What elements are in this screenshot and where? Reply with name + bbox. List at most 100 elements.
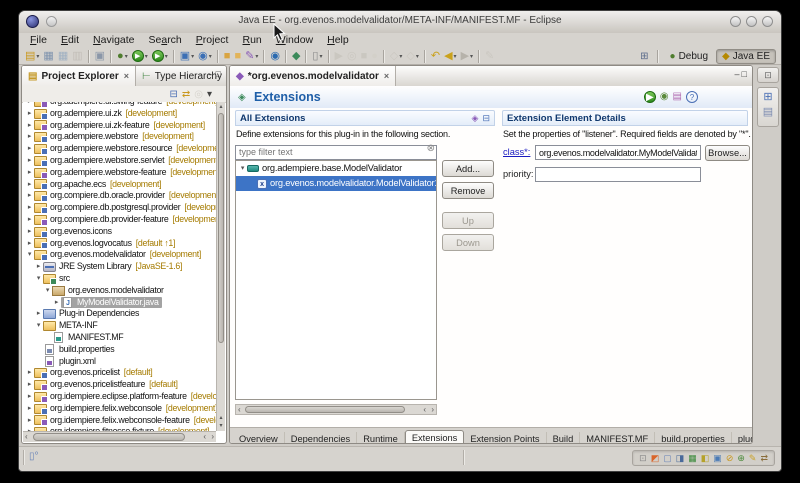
annotate-icon[interactable]: ✎▾ — [243, 49, 260, 64]
tree-collapsed-arrow[interactable]: ▸ — [25, 202, 34, 214]
page-tab-overview[interactable]: Overview — [233, 432, 285, 444]
last-edit-location-icon[interactable]: ↶ — [429, 49, 442, 64]
scroll-right-icon[interactable]: › — [431, 405, 434, 415]
tree-collapsed-arrow[interactable]: ▸ — [25, 155, 34, 167]
editor-tab[interactable]: ◆ *org.evenos.modelvalidator × — [230, 66, 396, 86]
tree-item[interactable]: ▸org.adempiere.webstore.resource[develop… — [23, 143, 216, 155]
menu-window[interactable]: Window — [269, 33, 320, 47]
tree-collapsed-arrow[interactable]: ▸ — [34, 308, 43, 320]
scroll-up-icon[interactable]: ▴ — [217, 103, 225, 111]
scroll-right-icon[interactable]: › — [211, 432, 214, 442]
run-extension-icon[interactable]: ▶ — [642, 89, 658, 104]
snippets-icon[interactable]: ▤ — [761, 105, 775, 120]
extension-item[interactable]: ▾org.adempiere.base.ModelValidator — [236, 161, 436, 176]
tree-item[interactable]: ▸org.evenos.pricelistfeature[default] — [23, 379, 216, 391]
tree-collapsed-arrow[interactable]: ▸ — [34, 261, 43, 273]
toolbox-icon[interactable]: ▣ — [93, 49, 107, 64]
tree-item[interactable]: ▸org.idempiere.felix.webconsole[developm… — [23, 403, 216, 415]
fast-view-icon[interactable]: ⊡ — [637, 451, 649, 466]
tree-collapsed-arrow[interactable]: ▸ — [52, 297, 61, 309]
open-plugin-artifact-icon[interactable]: ■ — [222, 49, 233, 64]
tree-expanded-arrow[interactable]: ▾ — [43, 285, 52, 297]
tree-expanded-arrow[interactable]: ▾ — [238, 161, 247, 176]
debug-extension-icon[interactable]: ◉ — [658, 89, 671, 104]
tree-item[interactable]: ▾src — [23, 273, 216, 285]
tree-item[interactable]: build.properties — [23, 344, 216, 356]
table-icon[interactable]: ▦ — [686, 451, 699, 466]
tree-expanded-arrow[interactable]: ▾ — [34, 320, 43, 332]
scroll-thumb[interactable] — [245, 406, 405, 413]
run-history-icon[interactable]: ▶▾ — [150, 49, 170, 64]
tree-item[interactable]: ▸org.evenos.logvocatus[default ↑1] — [23, 238, 216, 250]
view-menu-icon[interactable]: ▾ — [205, 87, 214, 102]
scroll-left-icon[interactable]: ‹ — [238, 405, 241, 415]
gear-icon[interactable]: ⊕ — [735, 451, 747, 466]
tree-item[interactable]: ▸org.compiere.db.provider-feature[develo… — [23, 214, 216, 226]
titlebar[interactable]: Java EE - org.evenos.modelvalidator/META… — [19, 11, 781, 34]
menu-run[interactable]: Run — [235, 33, 268, 47]
tree-item[interactable]: ▸org.compiere.db.oracle.provider[develop… — [23, 190, 216, 202]
page-tab-extensions[interactable]: Extensions — [405, 430, 464, 444]
forward-icon[interactable]: ▶▾ — [459, 49, 475, 64]
page-tab-dependencies[interactable]: Dependencies — [285, 432, 357, 444]
menu-file[interactable]: File — [23, 33, 54, 47]
page-tab-build[interactable]: Build — [547, 432, 581, 444]
menu-help[interactable]: Help — [320, 33, 356, 47]
tree-collapsed-arrow[interactable]: ▸ — [25, 108, 34, 120]
tree-collapsed-arrow[interactable]: ▸ — [25, 179, 34, 191]
browser-wizard-icon[interactable]: ◉▾ — [196, 49, 214, 64]
focus-icon[interactable]: ◎ — [192, 87, 205, 102]
tree-collapsed-arrow[interactable]: ▸ — [25, 131, 34, 143]
help-icon[interactable]: ? — [684, 89, 700, 104]
browse-button[interactable]: Browse... — [705, 145, 750, 161]
prev-annotation-icon[interactable]: ◇▾ — [388, 49, 404, 64]
open-folder-icon[interactable]: ■ — [232, 49, 243, 64]
tree-item[interactable]: ▸JRE System Library[JavaSE-1.6] — [23, 261, 216, 273]
close-tab-icon[interactable]: × — [384, 71, 389, 81]
remove-button[interactable]: Remove — [442, 182, 494, 199]
full-description-icon[interactable]: ◈ — [470, 111, 481, 126]
menu-project[interactable]: Project — [189, 33, 236, 47]
tab-project-explorer[interactable]: ▤Project Explorer× — [22, 66, 136, 86]
tree-collapsed-arrow[interactable]: ▸ — [25, 367, 34, 379]
explorer-hscrollbar[interactable]: ‹ ‹ › — [23, 431, 216, 442]
print-icon[interactable]: ▥ — [70, 49, 84, 64]
page-tab-runtime[interactable]: Runtime — [357, 432, 405, 444]
brush-icon[interactable]: ✎ — [747, 451, 759, 466]
chart-icon[interactable]: ◧ — [699, 451, 712, 466]
perspective-debug[interactable]: ●Debug — [665, 50, 714, 63]
tree-item[interactable]: ▸org.apache.ecs[development] — [23, 179, 216, 191]
back-icon[interactable]: ◀▾ — [442, 49, 458, 64]
window-menu-button[interactable] — [46, 16, 57, 27]
tree-item[interactable]: ▾org.evenos.modelvalidator[development] — [23, 249, 216, 261]
tree-collapsed-arrow[interactable]: ▸ — [25, 226, 34, 238]
debug-icon[interactable]: ●▾ — [115, 49, 130, 64]
tree-collapsed-arrow[interactable]: ▸ — [25, 391, 34, 403]
outline-icon[interactable]: ⊞ — [761, 90, 774, 105]
tree-item[interactable]: ▾META-INF — [23, 320, 216, 332]
tree-item[interactable]: ▸MyModelValidator.java — [23, 297, 216, 309]
profile-icon[interactable]: ▤ — [671, 89, 684, 104]
clear-filter-icon[interactable]: ⊗ — [427, 143, 435, 154]
filter-input[interactable] — [235, 145, 437, 160]
class-link[interactable]: class*: — [503, 147, 530, 157]
restore-pane-button[interactable]: ⊡ — [757, 67, 779, 83]
person-icon[interactable]: ◩ — [649, 451, 662, 466]
new-java-ee-icon[interactable]: ▣▾ — [178, 49, 196, 64]
scroll-left2-icon[interactable]: ‹ — [203, 432, 206, 442]
tree-collapsed-arrow[interactable]: ▸ — [25, 238, 34, 250]
priority-input[interactable] — [535, 167, 701, 182]
run-icon[interactable]: ▶▾ — [130, 49, 150, 64]
web-globe-icon[interactable]: ◉ — [268, 49, 282, 64]
window-icon[interactable]: ▢ — [661, 451, 674, 466]
collapse-all-icon[interactable]: ⊟ — [167, 87, 179, 102]
tree-item[interactable]: ▸org.evenos.icons — [23, 226, 216, 238]
explorer-vscrollbar[interactable]: ▴ ▴ ▾ — [216, 102, 225, 431]
tree-item[interactable]: ▸org.idempiere.felix.webconsole-feature[… — [23, 415, 216, 427]
tree-item[interactable]: ▸org.idempiere.eclipse.platform-feature[… — [23, 391, 216, 403]
scroll-left-icon[interactable]: ‹ — [25, 432, 28, 442]
menu-navigate[interactable]: Navigate — [86, 33, 141, 47]
tree-collapsed-arrow[interactable]: ▸ — [25, 415, 34, 427]
tree-item[interactable]: ▸org.evenos.pricelist[default] — [23, 367, 216, 379]
close-view-icon[interactable]: × — [124, 71, 129, 81]
